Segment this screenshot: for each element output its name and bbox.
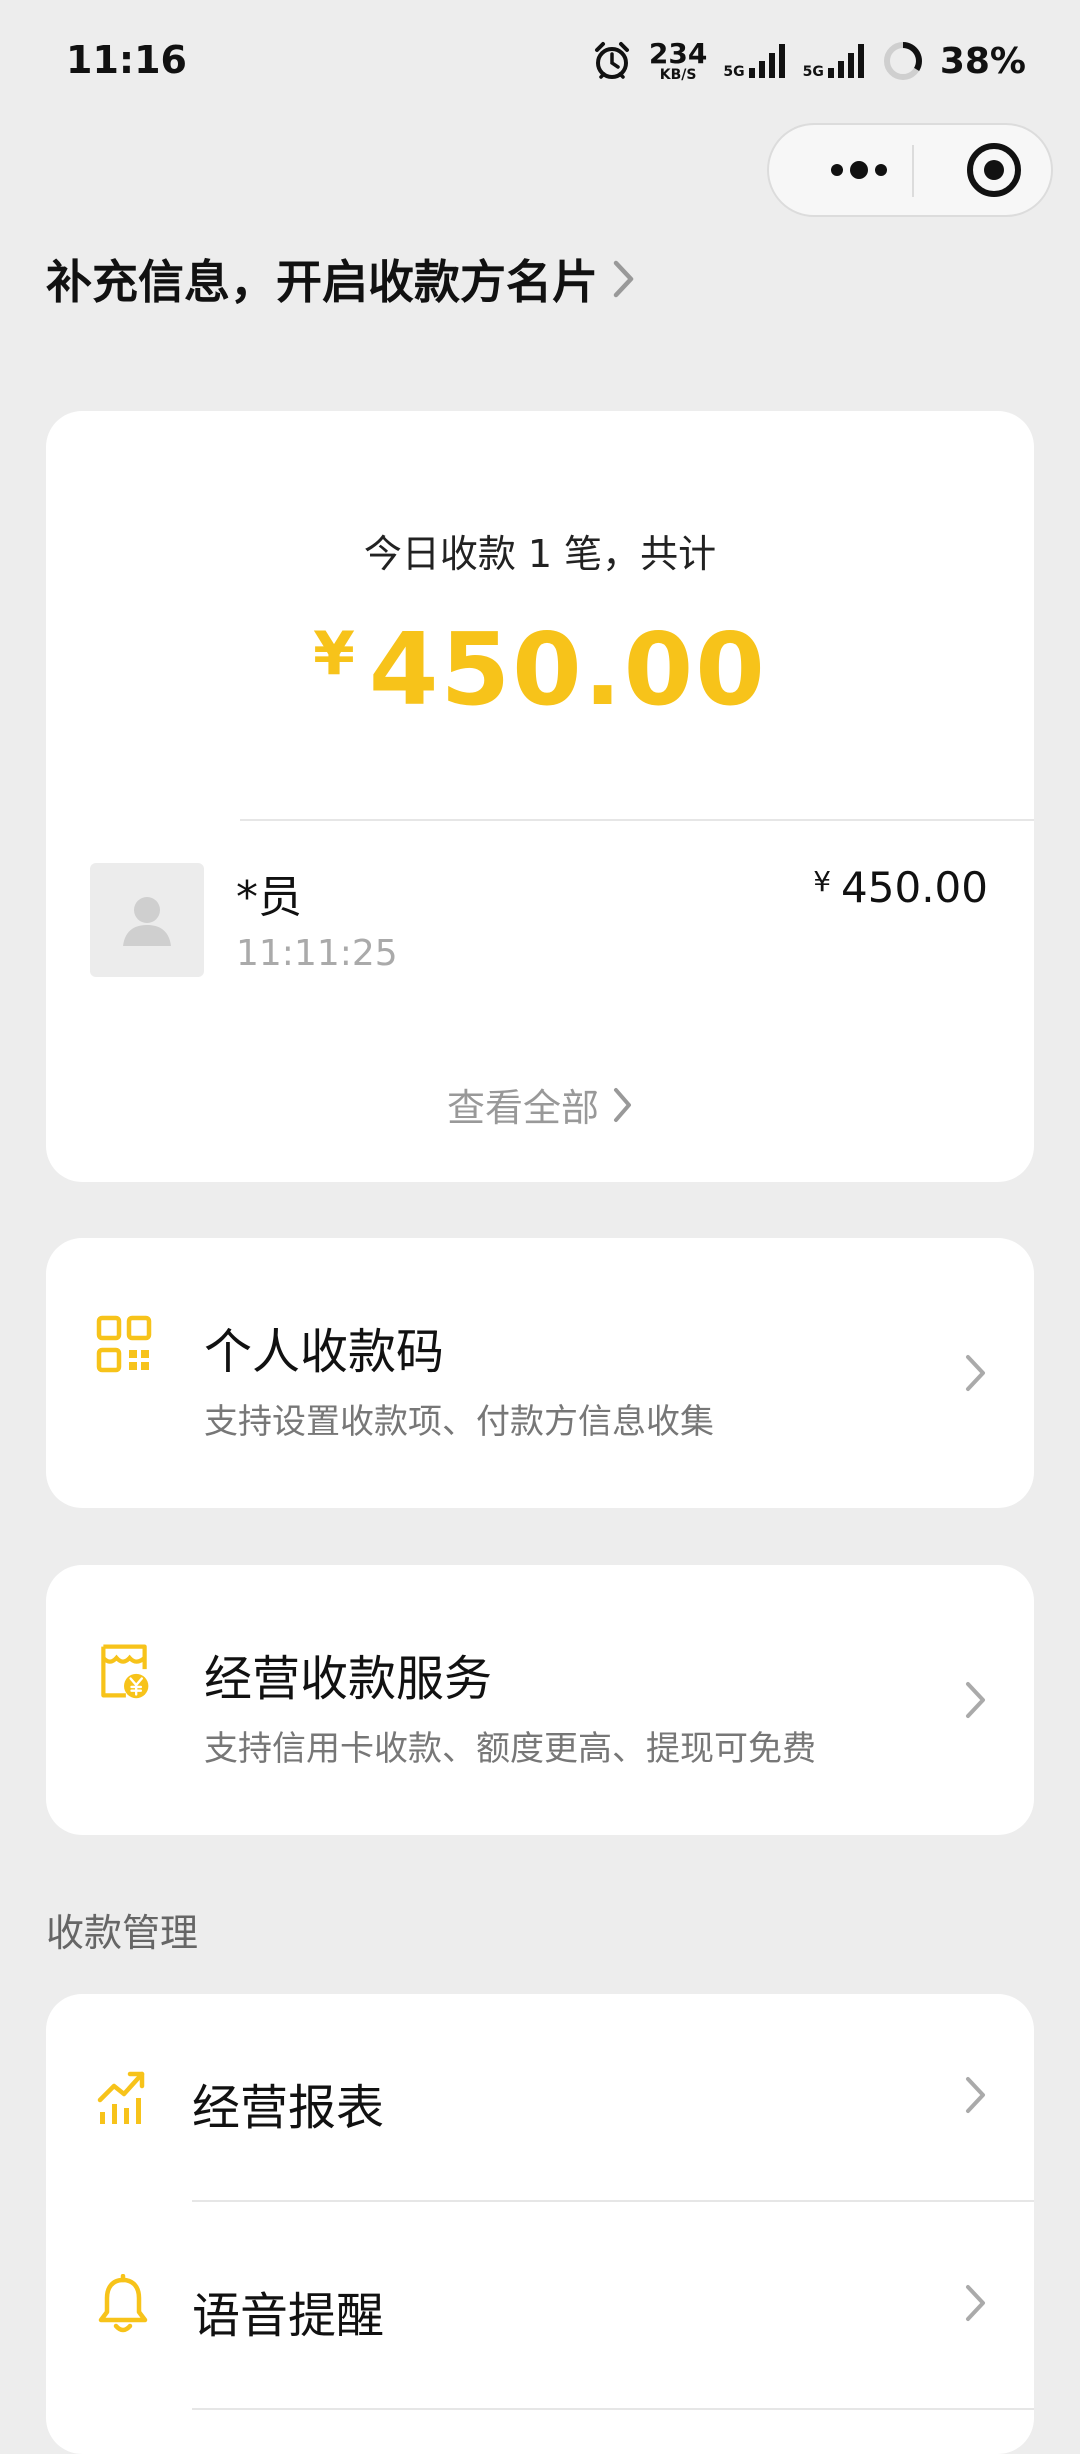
feature-title: 个人收款码 [204, 1324, 445, 1380]
qr-code-icon [96, 1315, 152, 1373]
alarm-clock-icon [594, 42, 629, 79]
promo-text: 补充信息，开启收款方名片 [46, 255, 598, 309]
merchant-card-promo-link[interactable]: 补充信息，开启收款方名片 [46, 246, 636, 312]
avatar [90, 863, 204, 977]
signal-2-label: 5G [802, 64, 824, 80]
today-total-amount: ¥450.00 [46, 611, 1034, 728]
voice-reminder-item[interactable]: 语音提醒 [46, 2202, 1034, 2408]
item-label: 语音提醒 [192, 2288, 385, 2344]
section-title: 收款管理 [46, 1911, 199, 1955]
status-time: 11:16 [66, 38, 187, 82]
user-placeholder-icon [123, 897, 171, 946]
payer-name: *员 [236, 872, 302, 923]
feature-subtitle: 支持信用卡收款、额度更高、提现可免费 [204, 1729, 816, 1769]
currency-symbol: ¥ [313, 619, 355, 689]
today-summary-text: 今日收款 1 笔，共计 [363, 532, 717, 576]
chart-trend-icon [97, 2071, 145, 2124]
chevron-right-icon [614, 1087, 631, 1122]
network-speed: 234 KB/S [648, 37, 708, 83]
signal-bars-icon [827, 44, 864, 78]
item-label: 经营报表 [192, 2080, 385, 2136]
signal-2: 5G [803, 42, 866, 80]
currency-symbol: ¥ [813, 865, 832, 898]
battery-ring-icon [883, 42, 922, 80]
capsule-divider [912, 145, 914, 197]
bell-icon [98, 2274, 148, 2333]
feature-subtitle: 支持设置收款项、付款方信息收集 [204, 1402, 714, 1442]
status-icons: 234 KB/S 5G 5G 38% [591, 34, 1026, 88]
personal-qr-code-card[interactable]: 个人收款码 支持设置收款项、付款方信息收集 [46, 1238, 1034, 1508]
signal-bars-icon [748, 44, 785, 78]
business-report-item[interactable]: 经营报表 [46, 1994, 1034, 2200]
battery-percent: 38% [939, 40, 1026, 82]
total-amount-value: 450.00 [368, 611, 767, 728]
chevron-right-icon [966, 2077, 985, 2113]
divider [240, 819, 1034, 821]
signal-1: 5G [723, 42, 786, 80]
feature-title: 经营收款服务 [204, 1651, 493, 1707]
divider [192, 2408, 1034, 2410]
transaction-amount-value: 450.00 [841, 863, 988, 912]
transaction-time: 11:11:25 [236, 933, 398, 974]
shop-yen-icon [101, 1644, 149, 1699]
status-bar: 11:16 234 KB/S 5G 5G 38% [0, 0, 1080, 120]
business-collection-card[interactable]: 经营收款服务 支持信用卡收款、额度更高、提现可免费 [46, 1565, 1034, 1835]
view-all-link[interactable]: 查看全部 [46, 1077, 1034, 1132]
chevron-right-icon [966, 2285, 985, 2321]
miniprogram-capsule [767, 123, 1053, 217]
transaction-amount: ¥450.00 [813, 863, 988, 912]
chevron-right-icon [966, 1355, 985, 1391]
chevron-right-icon [966, 1682, 985, 1718]
network-speed-value: 234 [648, 37, 708, 70]
collection-management-card: 经营报表 语音提醒 [46, 1994, 1034, 2454]
signal-1-label: 5G [723, 64, 745, 80]
more-button[interactable] [809, 125, 909, 215]
close-button[interactable] [944, 125, 1044, 215]
view-all-label: 查看全部 [446, 1086, 599, 1130]
network-speed-unit: KB/S [659, 67, 697, 83]
today-summary-card: 今日收款 1 笔，共计 ¥450.00 *员 11:11:25 ¥450.00 … [46, 411, 1034, 1182]
more-dots-icon [831, 161, 887, 179]
chevron-right-icon [613, 260, 634, 298]
target-circle-icon [967, 143, 1021, 197]
